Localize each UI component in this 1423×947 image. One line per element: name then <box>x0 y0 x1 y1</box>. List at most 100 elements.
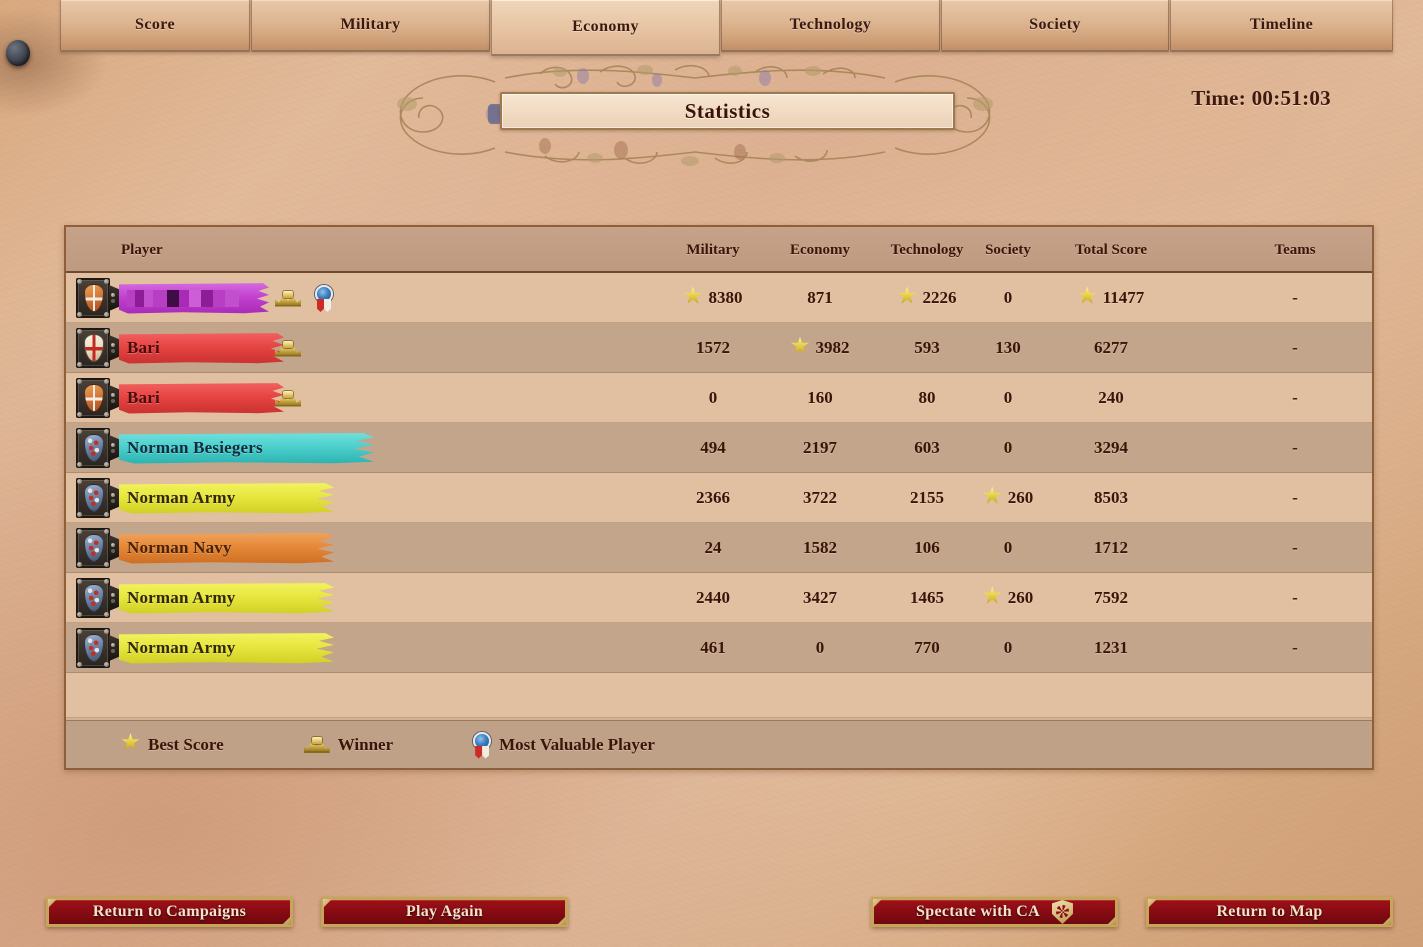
cell-value: 871 <box>807 288 833 307</box>
tab-score[interactable]: Score <box>60 0 250 52</box>
cell-value: 106 <box>914 538 940 557</box>
table-row[interactable]: Norman Army 461 0 770 0 1231 - <box>66 623 1372 673</box>
elapsed-time-label: Time: 00:51:03 <box>1191 86 1331 110</box>
button-label: Return to Campaigns <box>92 903 247 920</box>
player-name-text: Norman Besiegers <box>127 438 263 457</box>
title-banner: Statistics <box>345 62 1045 168</box>
faction-crest-icon <box>76 378 110 418</box>
winner-badge <box>271 323 305 373</box>
tab-military[interactable]: Military <box>251 0 490 52</box>
column-header-totalscore[interactable]: Total Score <box>1021 227 1201 273</box>
cell-value: 8380 <box>708 288 743 307</box>
legend-item-crown: Winner <box>304 735 393 755</box>
legend-label: Best Score <box>148 734 224 754</box>
tab-timeline[interactable]: Timeline <box>1170 0 1393 52</box>
cell-teams: - <box>1225 373 1365 423</box>
player-banner: Bari <box>76 373 284 423</box>
table-row[interactable]: Bari 0 160 80 0 240 - <box>66 373 1372 423</box>
cell-totalscore: 240 <box>1021 373 1201 423</box>
table-row[interactable]: Bari 1572 3982 593 130 6277 - <box>66 323 1372 373</box>
cell-totalscore: 8503 <box>1021 473 1201 523</box>
faction-crest-icon <box>76 428 110 468</box>
cell-value: 494 <box>700 438 726 457</box>
cell-teams: - <box>1225 423 1365 473</box>
cell-teams: - <box>1225 323 1365 373</box>
cell-value: 3982 <box>815 338 850 357</box>
table-row[interactable]: 8380 871 2226 0 11477- <box>66 273 1372 323</box>
table-row[interactable]: Norman Army 2440 3427 1465 260 7592- <box>66 573 1372 623</box>
page-title-text: Statistics <box>684 98 771 123</box>
winner-badge <box>271 273 305 323</box>
tab-society[interactable]: Society <box>941 0 1169 52</box>
star-icon <box>683 286 703 310</box>
cell-value: 770 <box>914 638 940 657</box>
top-tab-bar: Score Military Economy Technology Society Tim… <box>0 0 1423 58</box>
button-label: Spectate with CA <box>916 903 1040 920</box>
player-name-text: Norman Navy <box>127 538 232 557</box>
player-name-text: Norman Army <box>127 488 236 507</box>
cell-value: 3294 <box>1094 438 1128 457</box>
cell-value: 7592 <box>1094 588 1128 607</box>
star-icon <box>1078 286 1097 310</box>
winner-badge <box>271 373 305 423</box>
tab-label: Score <box>135 16 175 33</box>
table-row[interactable]: Norman Army 2366 3722 2155 260 8503- <box>66 473 1372 523</box>
cell-value: 603 <box>914 438 940 457</box>
cell-value: - <box>1292 438 1298 457</box>
cell-value: 0 <box>708 388 718 407</box>
cell-teams: - <box>1225 573 1365 623</box>
spectate-with-ca-button[interactable]: Spectate with CA <box>871 897 1118 927</box>
tab-label: Economy <box>572 18 639 35</box>
cell-value: 11477 <box>1102 288 1145 307</box>
decorative-stud-icon <box>6 40 30 66</box>
cell-value: 1572 <box>696 338 730 357</box>
faction-crest-icon <box>76 328 110 368</box>
return-to-map-button[interactable]: Return to Map <box>1146 897 1393 927</box>
return-to-campaigns-button[interactable]: Return to Campaigns <box>46 897 293 927</box>
tab-label: Technology <box>789 16 872 33</box>
tab-economy[interactable]: Economy <box>491 0 720 56</box>
cell-value: 2440 <box>696 588 730 607</box>
cell-value: 461 <box>700 638 726 657</box>
table-row[interactable]: Norman Besiegers 494 2197 603 0 3294 - <box>66 423 1372 473</box>
cell-teams: - <box>1225 273 1365 323</box>
banner-clasp-icon <box>109 335 120 361</box>
cell-value: 0 <box>1003 438 1013 457</box>
tab-technology[interactable]: Technology <box>721 0 940 52</box>
player-name-text: Norman Army <box>127 638 236 657</box>
cell-value: - <box>1292 638 1298 657</box>
cell-teams: - <box>1225 623 1365 673</box>
player-banner: Bari <box>76 323 284 373</box>
banner-clasp-icon <box>109 435 120 461</box>
cell-value: 80 <box>918 388 936 407</box>
table-row-empty <box>66 673 1372 718</box>
button-label: Return to Map <box>1216 903 1323 920</box>
player-banner: Norman Besiegers <box>76 423 374 473</box>
player-banner: Norman Army <box>76 573 334 623</box>
cell-value: 130 <box>995 338 1021 357</box>
table-row[interactable]: Norman Navy 24 1582 106 0 1712 - <box>66 523 1372 573</box>
cell-teams: - <box>1225 523 1365 573</box>
faction-crest-icon <box>76 578 110 618</box>
cell-value: 2197 <box>803 438 837 457</box>
ca-logo-icon <box>1051 900 1073 924</box>
cell-totalscore: 11477 <box>1021 273 1201 323</box>
banner-clasp-icon <box>109 635 120 661</box>
star-icon <box>790 336 810 360</box>
tab-label: Society <box>1029 16 1081 33</box>
crown-icon <box>275 390 301 407</box>
cell-value: - <box>1292 288 1298 307</box>
cell-value: 6277 <box>1094 338 1128 357</box>
table-header-row: Player Military Economy Technology Society To… <box>66 227 1372 273</box>
column-header-teams[interactable]: Teams <box>1225 227 1365 273</box>
crown-icon <box>275 340 301 357</box>
censored-player-name <box>127 289 239 307</box>
player-name-banner <box>119 283 269 314</box>
star-icon <box>983 486 1002 510</box>
column-header-player[interactable]: Player <box>121 227 681 273</box>
crown-icon <box>304 736 330 753</box>
banner-clasp-icon <box>109 485 120 511</box>
cell-value: 160 <box>807 388 833 407</box>
crown-icon <box>275 290 301 307</box>
play-again-button[interactable]: Play Again <box>321 897 568 927</box>
